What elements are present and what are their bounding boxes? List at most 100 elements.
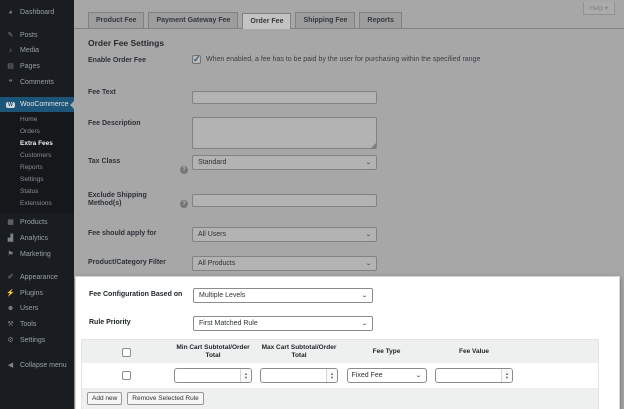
sidebar-item-label: Collapse menu — [20, 362, 67, 369]
max-cart-input[interactable] — [261, 369, 326, 382]
sidebar-item-plugins[interactable]: ⚡ Plugins — [0, 285, 74, 301]
sidebar-item-label: Marketing — [20, 251, 51, 258]
sidebar-item-label: Plugins — [20, 290, 43, 297]
rules-table-header: Min Cart Subtotal/Order Total Max Cart S… — [82, 340, 598, 363]
submenu-item-orders[interactable]: Orders — [0, 126, 74, 138]
posts-icon: ✎ — [6, 31, 15, 39]
sidebar-item-appearance[interactable]: ✐ Appearance — [0, 269, 74, 285]
sidebar-item-label: WooCommerce — [20, 101, 69, 108]
page-title: Order Fee Settings — [88, 38, 624, 48]
sidebar-item-label: Tools — [20, 321, 36, 328]
help-icon[interactable]: ? — [180, 166, 188, 174]
apply-for-select[interactable]: All Users ⌄ — [192, 227, 377, 242]
help-label: Help — [590, 5, 603, 12]
products-icon: ▦ — [6, 218, 15, 226]
sidebar-item-comments[interactable]: ❝ Comments — [0, 74, 74, 90]
order-fee-form: Enable Order Fee When enabled, a fee has… — [74, 54, 624, 271]
submenu-item-extensions[interactable]: Extensions — [0, 198, 74, 210]
tax-class-label: Tax Class — [88, 155, 180, 166]
fee-config-value: Multiple Levels — [199, 292, 245, 299]
help-icon[interactable]: ? — [180, 200, 188, 208]
tab-reports[interactable]: Reports — [359, 12, 401, 28]
exclude-shipping-input[interactable] — [192, 194, 377, 207]
resize-handle-icon[interactable] — [371, 143, 376, 148]
collapse-icon: ◀ — [6, 361, 15, 369]
enable-order-fee-checkbox[interactable] — [192, 55, 201, 64]
rule-row-checkbox[interactable] — [122, 371, 131, 380]
fee-description-textarea[interactable] — [192, 117, 377, 149]
sidebar-item-label: Posts — [20, 32, 38, 39]
analytics-icon: ▟ — [6, 234, 15, 242]
tab-shipping-fee[interactable]: Shipping Fee — [295, 12, 355, 28]
min-cart-input[interactable] — [175, 369, 240, 382]
number-stepper-icon[interactable]: ▲▼ — [240, 369, 251, 382]
woocommerce-submenu: Home Orders Extra Fees Customers Reports… — [0, 112, 74, 214]
fee-configuration-panel: Fee Configuration Based on Multiple Leve… — [75, 276, 620, 409]
sidebar-item-marketing[interactable]: ⚑ Marketing — [0, 246, 74, 262]
dashboard-icon: ◕ — [6, 9, 15, 16]
sidebar-item-label: Dashboard — [20, 9, 54, 16]
header-max-cart: Max Cart Subtotal/Order Total — [256, 344, 342, 360]
number-stepper-icon[interactable]: ▲▼ — [501, 369, 512, 382]
sidebar-item-media[interactable]: ♪ Media — [0, 43, 74, 58]
sidebar-item-label: Media — [20, 47, 39, 54]
add-new-button[interactable]: Add new — [87, 392, 122, 405]
plugins-icon: ⚡ — [6, 289, 15, 297]
fee-text-input[interactable] — [192, 91, 377, 104]
submenu-item-extra-fees[interactable]: Extra Fees — [0, 138, 74, 150]
sidebar-item-label: Settings — [20, 337, 45, 344]
sidebar-item-tools[interactable]: ⚒ Tools — [0, 316, 74, 332]
fee-config-row: Fee Configuration Based on Multiple Leve… — [89, 288, 607, 303]
rules-table: Min Cart Subtotal/Order Total Max Cart S… — [81, 339, 599, 409]
product-filter-select[interactable]: All Products ⌄ — [192, 256, 377, 271]
tax-class-select[interactable]: Standard ⌄ — [192, 155, 377, 170]
product-filter-label: Product/Category Filter — [88, 256, 180, 267]
rules-table-footer: Add new Remove Selected Rule — [82, 388, 598, 409]
chevron-down-icon: ⌄ — [361, 292, 368, 299]
help-tab[interactable]: Help ▾ — [583, 2, 615, 15]
sidebar-item-label: Analytics — [20, 235, 48, 242]
fee-value-input[interactable] — [436, 369, 501, 382]
sidebar-item-users[interactable]: ☻ Users — [0, 301, 74, 316]
sidebar-item-dashboard[interactable]: ◕ Dashboard — [0, 5, 74, 20]
sidebar-item-pages[interactable]: ▤ Pages — [0, 58, 74, 74]
sidebar-item-label: Pages — [20, 63, 40, 70]
fee-text-label: Fee Text — [88, 86, 180, 97]
collapse-menu-button[interactable]: ◀ Collapse menu — [0, 357, 74, 373]
number-stepper-icon[interactable]: ▲▼ — [326, 369, 337, 382]
remove-selected-rule-button[interactable]: Remove Selected Rule — [127, 392, 203, 405]
chevron-down-icon: ⌄ — [365, 159, 372, 166]
exclude-shipping-label: Exclude Shipping Method(s) — [88, 189, 180, 208]
select-all-checkbox[interactable] — [122, 348, 131, 357]
header-fee-value: Fee Value — [431, 348, 517, 356]
submenu-item-customers[interactable]: Customers — [0, 150, 74, 162]
header-min-cart: Min Cart Subtotal/Order Total — [170, 344, 256, 360]
users-icon: ☻ — [6, 305, 15, 312]
fee-config-select[interactable]: Multiple Levels ⌄ — [193, 288, 373, 303]
rule-priority-select[interactable]: First Matched Rule ⌄ — [193, 316, 373, 331]
woocommerce-icon: W — [6, 101, 15, 108]
fee-config-label: Fee Configuration Based on — [89, 288, 193, 299]
fee-type-value: Fixed Fee — [352, 372, 383, 379]
sidebar-item-woocommerce[interactable]: W WooCommerce — [0, 97, 74, 112]
tab-order-fee[interactable]: Order Fee — [242, 13, 291, 29]
comments-icon: ❝ — [6, 78, 15, 86]
tab-payment-gateway-fee[interactable]: Payment Gateway Fee — [148, 12, 238, 28]
tax-class-value: Standard — [198, 159, 226, 166]
enable-order-fee-description: When enabled, a fee has to be paid by th… — [206, 55, 480, 64]
pages-icon: ▤ — [6, 62, 15, 70]
apply-for-label: Fee should apply for — [88, 227, 180, 238]
sidebar-item-posts[interactable]: ✎ Posts — [0, 27, 74, 43]
tools-icon: ⚒ — [6, 320, 15, 328]
submenu-item-home[interactable]: Home — [0, 114, 74, 126]
sidebar-item-label: Products — [20, 219, 48, 226]
sidebar-item-settings[interactable]: ⚙ Settings — [0, 332, 74, 348]
tab-product-fee[interactable]: Product Fee — [88, 12, 144, 28]
fee-text-row: Fee Text — [88, 86, 624, 104]
sidebar-item-analytics[interactable]: ▟ Analytics — [0, 230, 74, 246]
fee-type-select[interactable]: Fixed Fee ⌄ — [347, 368, 427, 383]
submenu-item-settings[interactable]: Settings — [0, 174, 74, 186]
submenu-item-status[interactable]: Status — [0, 186, 74, 198]
sidebar-item-products[interactable]: ▦ Products — [0, 214, 74, 230]
submenu-item-reports[interactable]: Reports — [0, 162, 74, 174]
